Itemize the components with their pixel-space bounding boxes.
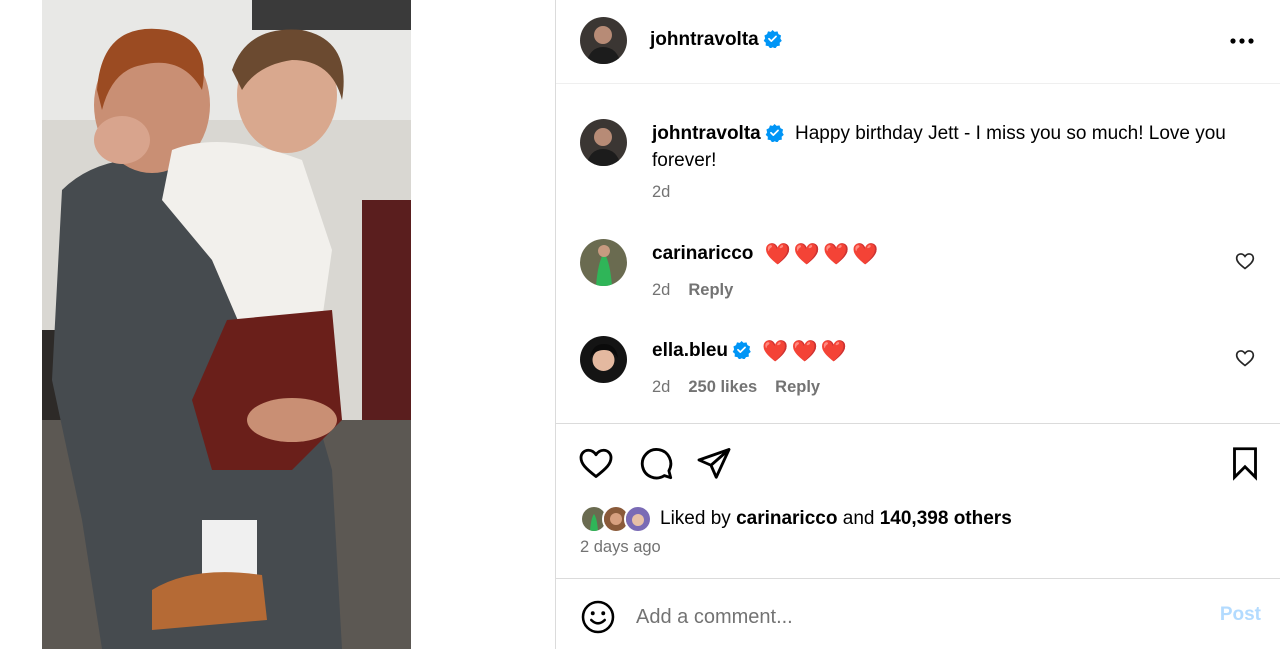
caption-username-text[interactable]: johntravolta (652, 123, 761, 144)
comment-icon[interactable] (638, 445, 674, 481)
comment-text-block: ella.bleu ❤️❤️❤️ (652, 337, 1232, 365)
bookmark-icon[interactable] (1227, 445, 1263, 481)
heart-icon[interactable] (578, 445, 614, 481)
caption-text-block: johntravolta Happy birthday Jett - I mis… (652, 120, 1232, 174)
comment-text: ❤️❤️❤️❤️ (764, 243, 882, 266)
post-photo-image (42, 0, 411, 649)
comment-username[interactable]: carinaricco (652, 243, 753, 264)
comment-meta: 2d Reply (652, 281, 751, 300)
post-date[interactable]: 2 days ago (580, 538, 661, 557)
caption-meta: 2d (652, 183, 688, 202)
emoji-icon[interactable] (580, 599, 616, 635)
liker-avatars[interactable] (580, 504, 658, 534)
liker-avatar (624, 505, 652, 533)
likes-others[interactable]: 140,398 others (880, 508, 1012, 530)
author-avatar[interactable] (580, 17, 627, 64)
likes-summary: Liked by carinaricco and 140,398 others (580, 504, 1012, 534)
caption-username[interactable]: johntravolta (652, 123, 784, 144)
comment-like-heart-icon[interactable] (1235, 348, 1255, 368)
comment-row: carinaricco ❤️❤️❤️❤️ 2d Reply (580, 239, 1270, 309)
comment-composer: Post (556, 578, 1280, 649)
caption-time[interactable]: 2d (652, 183, 670, 201)
post-media-pane (0, 0, 555, 649)
author-username[interactable]: johntravolta (650, 29, 782, 51)
comment-time[interactable]: 2d (652, 281, 670, 299)
verified-badge-icon (765, 123, 784, 142)
verified-badge-icon (732, 340, 751, 359)
post-comment-button[interactable]: Post (1220, 604, 1261, 626)
share-icon[interactable] (696, 445, 732, 481)
author-username-text[interactable]: johntravolta (650, 29, 759, 50)
more-options-icon[interactable] (1229, 28, 1255, 54)
comment-text: ❤️❤️❤️ (762, 340, 850, 363)
post-actions: Liked by carinaricco and 140,398 others … (556, 423, 1280, 578)
comment-avatar[interactable] (580, 239, 627, 286)
comment-likes-count[interactable]: 250 likes (688, 378, 757, 396)
likes-and: and (842, 508, 875, 529)
comment-username-text[interactable]: ella.bleu (652, 340, 728, 361)
comment-time[interactable]: 2d (652, 378, 670, 396)
comment-row: ella.bleu ❤️❤️❤️ 2d 250 likes Reply (580, 336, 1270, 406)
post-header: johntravolta (556, 0, 1280, 84)
author-avatar-caption[interactable] (580, 119, 627, 166)
caption-row: johntravolta Happy birthday Jett - I mis… (580, 119, 1270, 209)
comment-meta: 2d 250 likes Reply (652, 378, 838, 397)
comment-input[interactable] (636, 597, 1196, 637)
comments-section: johntravolta Happy birthday Jett - I mis… (556, 85, 1280, 423)
reply-button[interactable]: Reply (688, 281, 733, 299)
post-sidebar: johntravolta johntravolta Happy birthday… (555, 0, 1280, 649)
comment-like-heart-icon[interactable] (1235, 251, 1255, 271)
comment-avatar[interactable] (580, 336, 627, 383)
comment-username[interactable]: ella.bleu (652, 340, 751, 361)
reply-button[interactable]: Reply (775, 378, 820, 396)
verified-badge-icon (763, 29, 782, 48)
likes-prefix: Liked by (660, 508, 731, 529)
likes-user[interactable]: carinaricco (736, 508, 837, 530)
comment-text-block: carinaricco ❤️❤️❤️❤️ (652, 240, 1232, 268)
post-photo[interactable] (42, 0, 411, 649)
